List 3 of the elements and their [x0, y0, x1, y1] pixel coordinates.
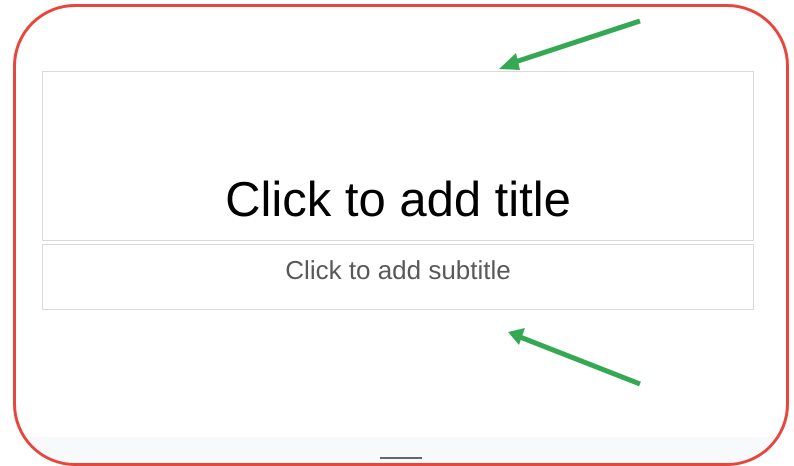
title-placeholder[interactable]: Click to add title: [42, 71, 754, 241]
subtitle-placeholder[interactable]: Click to add subtitle: [42, 244, 754, 310]
drag-handle[interactable]: [380, 457, 422, 459]
